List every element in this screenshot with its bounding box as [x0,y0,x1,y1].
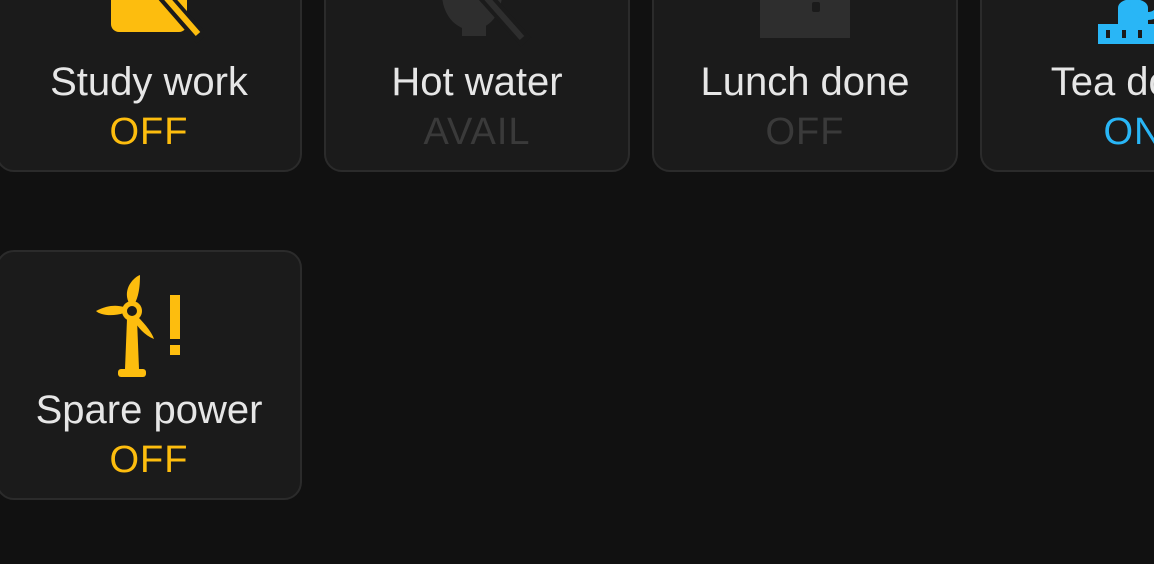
lunchbox-icon [654,0,956,48]
tile-state: OFF [109,111,189,153]
study-off-icon [0,0,300,48]
tile-label: Study work [50,60,248,104]
tile-label: Spare power [35,388,263,432]
tile-state: OFF [765,111,845,153]
tile-label: Hot water [391,60,563,104]
tile-tea-done[interactable]: Tea done ON [980,0,1154,172]
tile-label: Tea done [1050,60,1154,104]
kettle-off-icon [326,0,628,48]
tea-icon [982,0,1154,48]
tile-lunch-done[interactable]: Lunch done OFF [652,0,958,172]
tile-state: ON [1103,111,1154,153]
wind-turbine-alert-icon [0,272,300,377]
tile-study-work[interactable]: Study work OFF [0,0,302,172]
tile-hot-water[interactable]: Hot water AVAIL [324,0,630,172]
tile-spare-power[interactable]: Spare power OFF [0,250,302,500]
dashboard-grid: Study work OFF Hot water AVAIL Lunch don… [0,0,1154,564]
tile-label: Lunch done [700,60,910,104]
tile-state: OFF [109,439,189,481]
tile-state: AVAIL [423,111,531,153]
